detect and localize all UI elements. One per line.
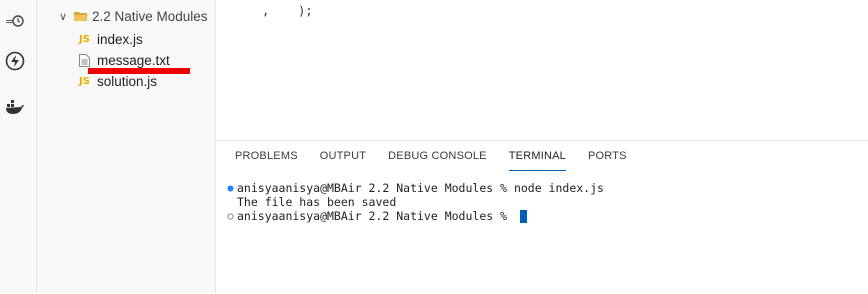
file-item-message-txt[interactable]: message.txt [79,50,170,70]
terminal-line: The file has been saved [224,195,604,209]
editor-area[interactable] [216,0,868,140]
lightning-icon[interactable] [4,50,26,72]
terminal-output[interactable]: anisyaanisya@MBAir 2.2 Native Modules % … [224,181,604,223]
terminal-cursor [519,209,527,223]
code-fragment: , ); [262,4,313,18]
file-label: solution.js [97,73,158,89]
chevron-down-icon[interactable]: ∨ [56,10,70,23]
folder-label: 2.2 Native Modules [92,8,208,24]
file-item-index-js[interactable]: JS index.js [79,29,143,49]
file-item-solution-js[interactable]: JS solution.js [79,71,157,91]
remote-explorer-icon[interactable]: = [4,10,26,32]
terminal-line-text: The file has been saved [237,195,397,209]
command-pending-dot-icon [224,212,237,220]
panel-tabs: PROBLEMS OUTPUT DEBUG CONSOLE TERMINAL P… [235,150,649,171]
text-file-icon [79,53,97,67]
command-success-dot-icon [224,185,237,192]
file-label: message.txt [97,52,170,68]
tab-ports[interactable]: PORTS [588,150,627,170]
file-label: index.js [97,31,143,47]
terminal-line-text: anisyaanisya@MBAir 2.2 Native Modules % [237,209,514,223]
javascript-file-icon: JS [79,75,90,87]
red-underline-annotation [88,68,190,74]
tab-problems[interactable]: PROBLEMS [235,150,298,170]
docker-icon[interactable] [4,98,26,120]
terminal-line: anisyaanisya@MBAir 2.2 Native Modules % … [224,181,604,195]
folder-icon [74,10,92,22]
activity-bar: = [0,0,37,293]
tab-output[interactable]: OUTPUT [320,150,366,170]
terminal-line-text: anisyaanisya@MBAir 2.2 Native Modules % … [237,181,604,195]
terminal-line: anisyaanisya@MBAir 2.2 Native Modules % [224,209,604,223]
bottom-panel: PROBLEMS OUTPUT DEBUG CONSOLE TERMINAL P… [216,140,868,294]
tab-terminal[interactable]: TERMINAL [508,150,566,171]
file-explorer: ∨ 2.2 Native Modules JS index.js message… [37,0,216,293]
javascript-file-icon: JS [79,33,90,45]
tab-debug-console[interactable]: DEBUG CONSOLE [388,150,487,170]
folder-row[interactable]: ∨ 2.2 Native Modules [37,6,215,26]
